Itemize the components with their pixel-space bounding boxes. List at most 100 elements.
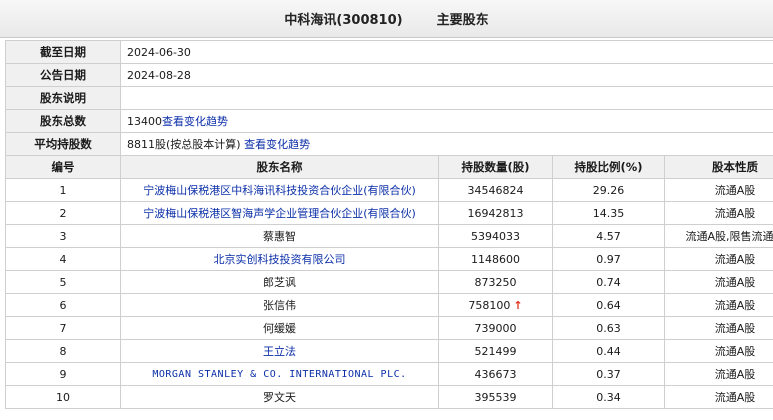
shares-cell: 5394033 <box>438 224 553 248</box>
shareholder-name[interactable]: 宁波梅山保税港区中科海讯科技投资合伙企业(有限合伙) <box>120 178 439 202</box>
shares-value: 1148600 <box>471 252 520 266</box>
share-type-cell: 流通A股,限售流通股 <box>664 224 773 248</box>
table-row: 8 王立法 521499 0.44 流通A股 <box>5 339 773 363</box>
row-number: 5 <box>5 270 121 294</box>
shares-cell: 739000 <box>438 316 553 340</box>
shareholder-name: 蔡惠智 <box>120 224 439 248</box>
share-type-cell: 流通A股 <box>664 201 773 225</box>
total-value: 13400 <box>127 115 162 128</box>
shares-value: 521499 <box>474 344 517 358</box>
row-number: 6 <box>5 293 121 317</box>
shares-value: 436673 <box>474 367 517 381</box>
share-type-cell: 流通A股 <box>664 293 773 317</box>
ratio-cell: 0.34 <box>552 385 665 409</box>
col-header-name: 股东名称 <box>120 155 439 179</box>
table-row: 4 北京实创科技投资有限公司 1148600 0.97 流通A股 <box>5 247 773 271</box>
col-header-shares: 持股数量(股) <box>438 155 553 179</box>
row-number: 3 <box>5 224 121 248</box>
ratio-cell: 0.44 <box>552 339 665 363</box>
table-row: 3蔡惠智 5394033 4.57流通A股,限售流通股 <box>5 224 773 248</box>
row-number: 7 <box>5 316 121 340</box>
page-title: 中科海讯(300810) <box>284 13 403 28</box>
shareholder-name[interactable]: 北京实创科技投资有限公司 <box>120 247 439 271</box>
share-type-cell: 流通A股 <box>664 339 773 363</box>
as-of-label: 截至日期 <box>5 40 121 64</box>
col-header-no: 编号 <box>5 155 121 179</box>
shareholder-name: 郎芝讽 <box>120 270 439 294</box>
desc-value <box>120 86 773 110</box>
row-number: 8 <box>5 339 121 363</box>
ratio-cell: 0.37 <box>552 362 665 386</box>
shares-cell: 758100 ↑ <box>438 293 553 317</box>
total-trend-link[interactable]: 查看变化趋势 <box>162 115 228 128</box>
ratio-cell: 0.63 <box>552 316 665 340</box>
total-label: 股东总数 <box>5 109 121 133</box>
info-row-avg: 平均持股数 8811股(按总股本计算) 查看变化趋势 <box>5 132 773 156</box>
shares-value: 16942813 <box>467 206 524 220</box>
avg-trend-link[interactable]: 查看变化趋势 <box>244 138 310 151</box>
shares-value: 395539 <box>474 390 517 404</box>
info-row-desc: 股东说明 <box>5 86 773 110</box>
info-row-total: 股东总数 13400查看变化趋势 <box>5 109 773 133</box>
shareholder-table: 截至日期 2024-06-30 公告日期 2024-08-28 股东说明 股东总… <box>5 40 773 409</box>
ratio-cell: 0.74 <box>552 270 665 294</box>
shares-cell: 521499 <box>438 339 553 363</box>
avg-cell: 8811股(按总股本计算) 查看变化趋势 <box>120 132 773 156</box>
info-row-announce: 公告日期 2024-08-28 <box>5 63 773 87</box>
as-of-value: 2024-06-30 <box>120 40 773 64</box>
announce-value: 2024-08-28 <box>120 63 773 87</box>
table-row: 7 何缓媛 739000 0.63 流通A股 <box>5 316 773 340</box>
shareholder-name: 罗文天 <box>120 385 439 409</box>
desc-label: 股东说明 <box>5 86 121 110</box>
share-type-cell: 流通A股 <box>664 270 773 294</box>
col-header-ratio: 持股比例(%) <box>552 155 665 179</box>
table-row: 10 罗文天 395539 0.34 流通A股 <box>5 385 773 409</box>
table-row: 6 张信伟 758100 ↑ 0.64 流通A股 <box>5 293 773 317</box>
shares-cell: 1148600 <box>438 247 553 271</box>
page: 中科海讯(300810) 主要股东 截至日期 2024-06-30 公告日期 2… <box>0 0 773 420</box>
shareholder-name[interactable]: 宁波梅山保税港区智海声学企业管理合伙企业(有限合伙) <box>120 201 439 225</box>
page-subtitle: 主要股东 <box>436 13 489 28</box>
shares-value: 758100 <box>468 298 511 312</box>
shares-cell: 395539 <box>438 385 553 409</box>
share-type-cell: 流通A股 <box>664 178 773 202</box>
table-row: 2 宁波梅山保税港区智海声学企业管理合伙企业(有限合伙) 16942813 14.35… <box>5 201 773 225</box>
avg-label: 平均持股数 <box>5 132 121 156</box>
ratio-cell: 29.26 <box>552 178 665 202</box>
ratio-cell: 4.57 <box>552 224 665 248</box>
shares-cell: 436673 <box>438 362 553 386</box>
ratio-cell: 0.97 <box>552 247 665 271</box>
shares-value: 873250 <box>474 275 517 289</box>
table-header: 编号 股东名称 持股数量(股) 持股比例(%) 股本性质 <box>5 155 773 179</box>
shareholder-name: 张信伟 <box>120 293 439 317</box>
increase-arrow-icon: ↑ <box>513 298 523 312</box>
avg-value: 8811股(按总股本计算) <box>127 138 241 151</box>
col-header-type: 股本性质 <box>664 155 773 179</box>
total-cell: 13400查看变化趋势 <box>120 109 773 133</box>
row-number: 2 <box>5 201 121 225</box>
row-number: 4 <box>5 247 121 271</box>
announce-label: 公告日期 <box>5 63 121 87</box>
table-row: 1 宁波梅山保税港区中科海讯科技投资合伙企业(有限合伙) 34546824 29.26… <box>5 178 773 202</box>
row-number: 9 <box>5 362 121 386</box>
share-type-cell: 流通A股 <box>664 316 773 340</box>
table-row: 5 郎芝讽 873250 0.74 流通A股 <box>5 270 773 294</box>
shares-value: 739000 <box>474 321 517 335</box>
ratio-cell: 0.64 <box>552 293 665 317</box>
share-type-cell: 流通A股 <box>664 362 773 386</box>
share-type-cell: 流通A股 <box>664 385 773 409</box>
shares-cell: 34546824 <box>438 178 553 202</box>
shareholder-name[interactable]: MORGAN STANLEY & CO. INTERNATIONAL PLC. <box>120 362 439 386</box>
ratio-cell: 14.35 <box>552 201 665 225</box>
row-number: 1 <box>5 178 121 202</box>
shares-value: 34546824 <box>467 183 524 197</box>
shares-value: 5394033 <box>471 229 520 243</box>
info-row-as-of: 截至日期 2024-06-30 <box>5 40 773 64</box>
shareholder-name: 何缓媛 <box>120 316 439 340</box>
shares-cell: 16942813 <box>438 201 553 225</box>
shares-cell: 873250 <box>438 270 553 294</box>
shareholder-name[interactable]: 王立法 <box>120 339 439 363</box>
row-number: 10 <box>5 385 121 409</box>
table-body: 1 宁波梅山保税港区中科海讯科技投资合伙企业(有限合伙) 34546824 29.26… <box>5 178 773 409</box>
title-bar: 中科海讯(300810) 主要股东 <box>0 0 773 38</box>
